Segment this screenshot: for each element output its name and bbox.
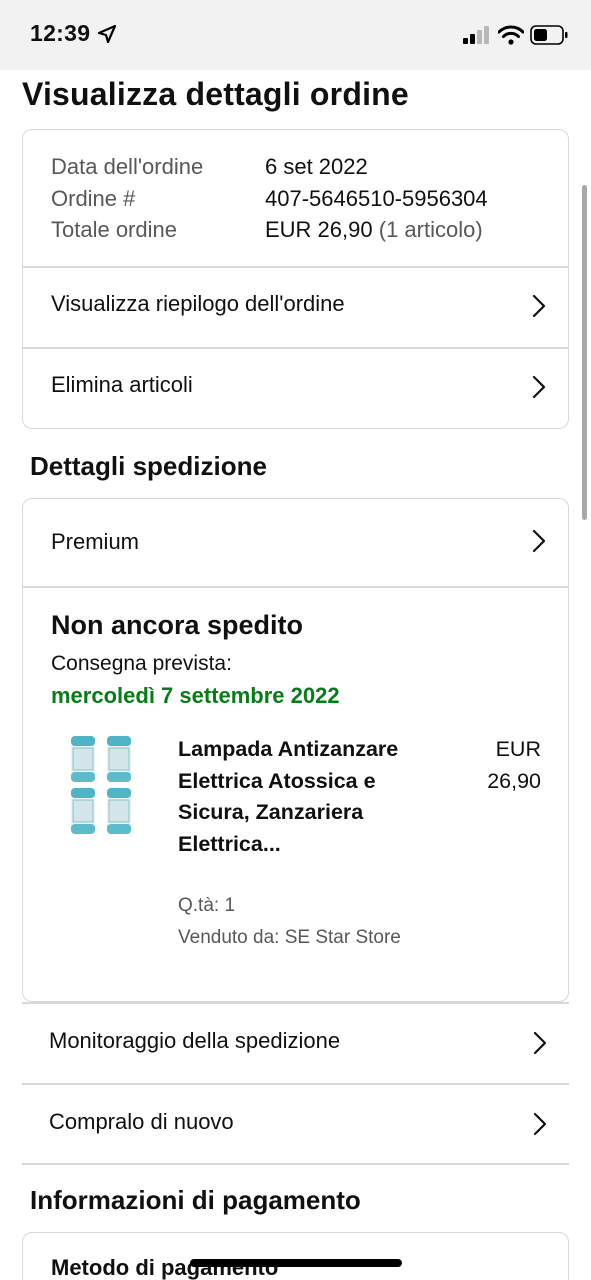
remove-items-row[interactable]: Elimina articoli bbox=[23, 348, 568, 428]
order-number-value: 407-5646510-5956304 bbox=[265, 186, 488, 211]
order-summary-label: Visualizza riepilogo dell'ordine bbox=[51, 291, 345, 316]
track-shipment-row[interactable]: Monitoraggio della spedizione bbox=[22, 1003, 569, 1083]
order-info-card: Data dell'ordine 6 set 2022 Ordine # 407… bbox=[22, 129, 569, 429]
page-title: Visualizza dettagli ordine bbox=[22, 76, 409, 112]
order-number-label: Ordine # bbox=[51, 186, 136, 211]
product-title[interactable]: Lampada Antizanzare Elettrica Atossica e… bbox=[178, 734, 428, 860]
order-total-label: Totale ordine bbox=[51, 217, 177, 242]
battery-icon bbox=[530, 25, 568, 45]
product-quantity: Q.tà: 1 bbox=[178, 895, 236, 916]
product-price: EUR 26,90 bbox=[441, 734, 541, 797]
product-seller: Venduto da: SE Star Store bbox=[178, 927, 401, 948]
track-shipment-label: Monitoraggio della spedizione bbox=[49, 1028, 341, 1053]
order-date-label: Data dell'ordine bbox=[51, 154, 204, 179]
shipment-status: Non ancora spedito bbox=[51, 610, 304, 640]
order-total-items: (1 articolo) bbox=[378, 217, 483, 242]
shipping-section-title: Dettagli spedizione bbox=[30, 451, 267, 481]
chevron-right-icon bbox=[532, 529, 546, 553]
product-image-unit bbox=[71, 736, 95, 782]
order-total: EUR 26,90 (1 articolo) bbox=[265, 217, 483, 243]
chevron-right-icon bbox=[532, 294, 546, 318]
divider bbox=[23, 586, 568, 588]
location-arrow-icon bbox=[97, 24, 117, 44]
order-summary-row[interactable]: Visualizza riepilogo dell'ordine bbox=[23, 267, 568, 347]
chevron-right-icon bbox=[533, 1031, 547, 1055]
home-indicator[interactable] bbox=[190, 1259, 402, 1267]
shipping-service-label: Premium bbox=[51, 529, 140, 554]
shipping-card: Premium Non ancora spedito Consegna prev… bbox=[22, 498, 569, 1002]
product-price-value: 26,90 bbox=[487, 768, 541, 793]
payment-section-title: Informazioni di pagamento bbox=[30, 1185, 361, 1215]
payment-card[interactable]: Metodo di pagamento bbox=[22, 1232, 569, 1280]
remove-items-label: Elimina articoli bbox=[51, 372, 193, 397]
divider bbox=[22, 1163, 569, 1165]
buy-again-row[interactable]: Compralo di nuovo bbox=[22, 1084, 569, 1164]
chevron-right-icon bbox=[532, 375, 546, 399]
chevron-right-icon bbox=[533, 1112, 547, 1136]
order-total-value: EUR 26,90 bbox=[265, 217, 373, 242]
status-bar: 12:39 bbox=[0, 0, 591, 70]
expected-delivery-label: Consegna prevista: bbox=[51, 652, 232, 675]
buy-again-label: Compralo di nuovo bbox=[49, 1109, 234, 1134]
order-date-value: 6 set 2022 bbox=[265, 154, 368, 179]
cellular-signal-icon bbox=[463, 26, 489, 44]
scroll-indicator[interactable] bbox=[582, 185, 587, 520]
product-thumbnail[interactable] bbox=[67, 734, 137, 838]
status-time: 12:39 bbox=[30, 20, 91, 46]
product-price-currency: EUR bbox=[495, 737, 541, 761]
wifi-icon bbox=[498, 25, 524, 45]
expected-delivery-date: mercoledì 7 settembre 2022 bbox=[51, 683, 340, 708]
shipping-service-row[interactable]: Premium bbox=[23, 499, 568, 586]
